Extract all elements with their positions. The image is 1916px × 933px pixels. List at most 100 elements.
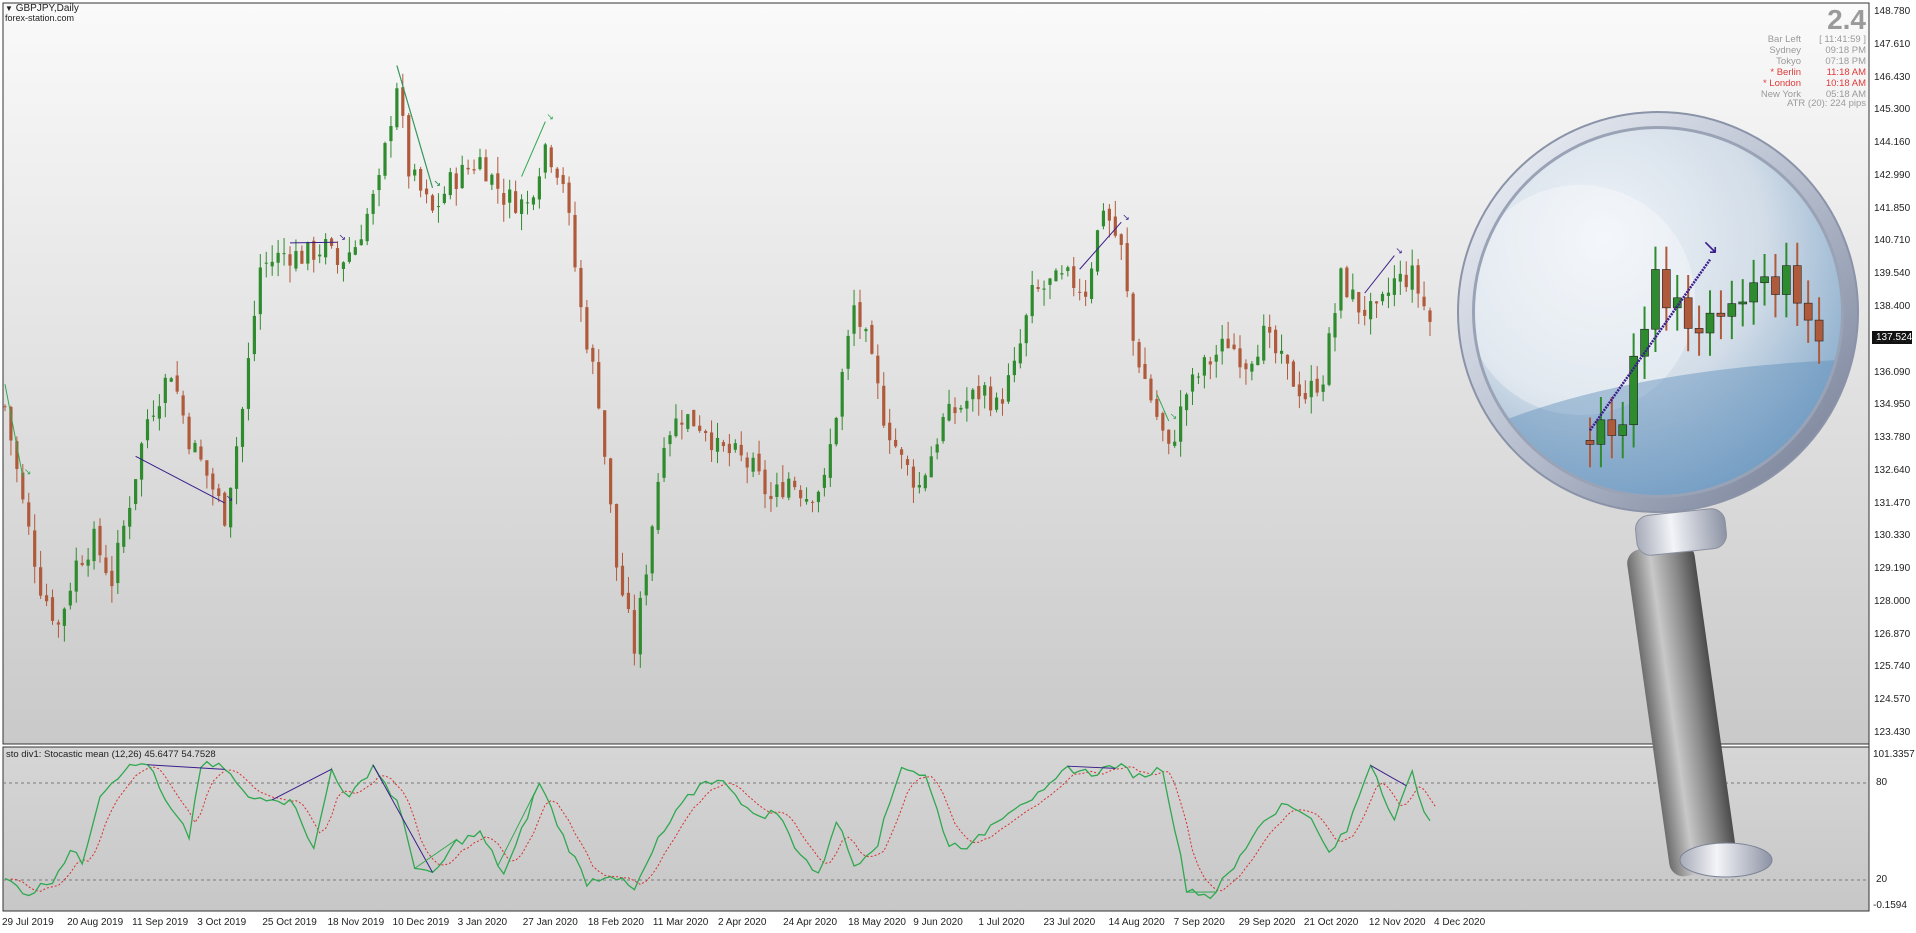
date-axis-label: 3 Jan 2020 bbox=[457, 917, 508, 928]
price-axis-label: 126.870 bbox=[1874, 628, 1911, 640]
candle-body bbox=[98, 525, 102, 556]
candle-body bbox=[419, 168, 423, 191]
candle-body bbox=[1268, 326, 1272, 333]
candle-body bbox=[1339, 268, 1343, 311]
candle-body bbox=[187, 416, 191, 450]
candle-body bbox=[1214, 354, 1218, 362]
divergence-line bbox=[289, 241, 338, 244]
price-axis-label: 147.610 bbox=[1874, 38, 1911, 50]
date-axis-label: 11 Mar 2020 bbox=[652, 917, 709, 928]
candle-body bbox=[1321, 384, 1325, 392]
date-axis-label: 10 Dec 2019 bbox=[392, 917, 450, 928]
candle-body bbox=[620, 565, 625, 596]
candle-body bbox=[1012, 360, 1016, 376]
candle-body bbox=[733, 443, 737, 450]
candle-body bbox=[1297, 384, 1301, 397]
candle-body bbox=[1119, 234, 1123, 245]
candle-body bbox=[80, 562, 84, 565]
candle-body bbox=[579, 267, 583, 308]
lens-candle-body bbox=[1640, 328, 1649, 357]
candle-body bbox=[1250, 363, 1254, 372]
info-row-name: * Berlin bbox=[1770, 67, 1801, 78]
candle-body bbox=[1018, 343, 1022, 364]
candle-body bbox=[1291, 361, 1296, 387]
lens-candle-body bbox=[1596, 419, 1606, 445]
candle-body bbox=[1143, 363, 1147, 379]
price-axis-label: 132.640 bbox=[1874, 464, 1911, 476]
candle-body bbox=[1327, 333, 1331, 385]
candle-body bbox=[199, 446, 203, 460]
candle-body bbox=[698, 425, 702, 431]
candle-body bbox=[680, 422, 684, 425]
candle-body bbox=[1232, 344, 1236, 350]
candle-body bbox=[852, 305, 856, 334]
candle-body bbox=[923, 475, 927, 489]
candle-body bbox=[86, 559, 90, 566]
candle-body bbox=[894, 439, 898, 447]
info-row-value: 09:18 PM bbox=[1825, 45, 1866, 56]
lens-candle-body bbox=[1814, 319, 1824, 342]
date-axis-label: 20 Aug 2019 bbox=[67, 917, 124, 928]
candle-body bbox=[1398, 273, 1402, 282]
date-axis-label: 18 Feb 2020 bbox=[587, 917, 644, 928]
price-axis-label: 136.090 bbox=[1874, 366, 1911, 378]
candle-body bbox=[888, 422, 892, 441]
candle-body bbox=[134, 479, 138, 505]
date-axis-label: 18 May 2020 bbox=[848, 917, 906, 928]
candle-body bbox=[1285, 354, 1290, 364]
candle-body bbox=[193, 442, 197, 453]
candle-body bbox=[935, 444, 939, 453]
candle-body bbox=[822, 474, 826, 488]
lens-candle-body bbox=[1683, 297, 1693, 329]
lens-candle-body bbox=[1585, 440, 1595, 445]
divergence-arrow-icon: ↘ bbox=[1122, 213, 1130, 223]
stoch-indicator-label[interactable]: sto div1: Stocastic mean (12,26) 45.6477… bbox=[6, 749, 216, 760]
candle-body bbox=[1184, 394, 1189, 411]
price-axis-label: 123.430 bbox=[1874, 727, 1911, 738]
candle-body bbox=[1351, 289, 1355, 300]
candle-body bbox=[603, 410, 607, 457]
candle-body bbox=[62, 608, 66, 626]
stochastic-panel[interactable] bbox=[3, 747, 1869, 911]
candle-body bbox=[288, 254, 292, 266]
candle-body bbox=[1238, 348, 1242, 368]
candle-body bbox=[626, 592, 631, 610]
price-axis-label: 144.160 bbox=[1874, 137, 1911, 149]
candle-body bbox=[1422, 296, 1426, 307]
candle-body bbox=[686, 414, 690, 429]
candle-body bbox=[537, 176, 541, 200]
candle-body bbox=[745, 457, 749, 468]
candle-body bbox=[264, 262, 268, 264]
candle-body bbox=[312, 240, 316, 260]
candle-body bbox=[1369, 301, 1373, 320]
candle-body bbox=[721, 442, 726, 447]
price-axis-label: 138.400 bbox=[1874, 300, 1911, 312]
candle-body bbox=[234, 446, 239, 489]
watermark: forex-station.com bbox=[5, 13, 75, 23]
candle-body bbox=[715, 437, 720, 452]
candle-body bbox=[353, 247, 357, 255]
chevron-down-icon[interactable]: ▼ bbox=[5, 4, 13, 13]
candle-body bbox=[145, 419, 150, 441]
candle-body bbox=[502, 193, 506, 205]
candle-body bbox=[953, 407, 957, 414]
lens-candle-body bbox=[1662, 269, 1671, 309]
candle-body bbox=[169, 378, 173, 382]
candle-body bbox=[1357, 292, 1361, 313]
candle-body bbox=[1202, 357, 1206, 376]
candle-body bbox=[371, 193, 375, 214]
candle-body bbox=[92, 528, 96, 562]
candle-body bbox=[104, 557, 108, 574]
candle-body bbox=[650, 526, 654, 574]
date-axis-label: 27 Jan 2020 bbox=[522, 917, 578, 928]
price-axis-label: 134.950 bbox=[1874, 399, 1911, 411]
candle-body bbox=[205, 460, 209, 476]
candle-body bbox=[436, 206, 441, 208]
candle-body bbox=[989, 386, 993, 411]
candle-body bbox=[846, 335, 850, 369]
candle-body bbox=[870, 324, 874, 354]
lens-candle-body bbox=[1803, 302, 1813, 321]
candle-body bbox=[508, 189, 512, 203]
candle-body bbox=[484, 157, 488, 182]
price-axis-label: 141.850 bbox=[1874, 202, 1911, 214]
